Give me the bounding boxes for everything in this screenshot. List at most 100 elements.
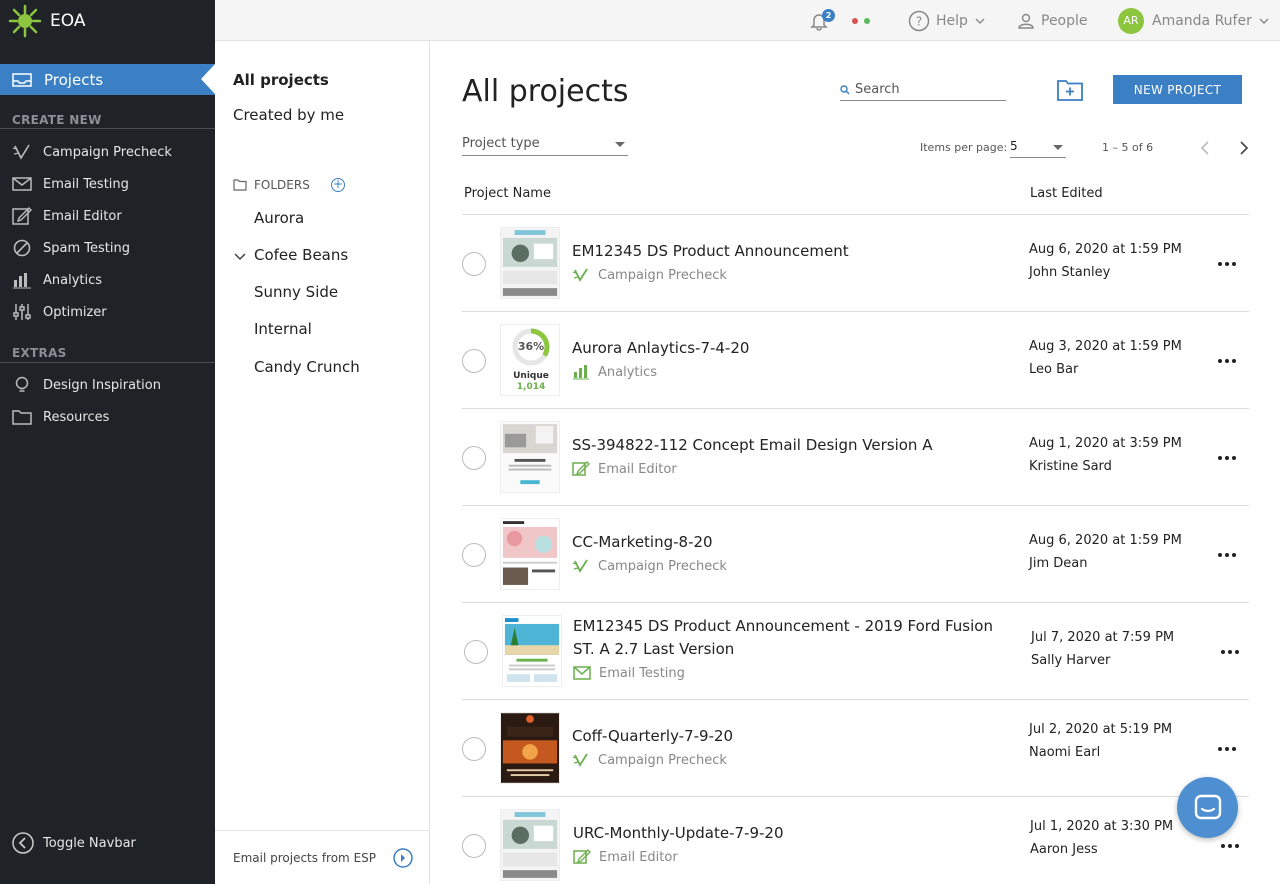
row-select-checkbox[interactable]: [462, 446, 486, 470]
project-row[interactable]: EM12345 DS Product Announcement Campaign…: [462, 215, 1249, 312]
nav-item-label: Optimizer: [43, 304, 107, 320]
project-name[interactable]: Aurora Anlaytics-7-4-20: [572, 337, 1002, 360]
more-options-icon[interactable]: [1218, 262, 1236, 268]
project-type-label: Email Testing: [599, 665, 685, 681]
project-row[interactable]: CC-Marketing-8-20 Campaign Precheck Aug …: [462, 506, 1249, 603]
pagination-range: 1 – 5 of 6: [1102, 141, 1154, 154]
user-name: Amanda Rufer: [1152, 12, 1252, 29]
column-header-project-name[interactable]: Project Name: [464, 186, 551, 201]
project-name[interactable]: CC-Marketing-8-20: [572, 531, 1002, 554]
more-options-icon[interactable]: [1221, 650, 1239, 656]
chevron-right-icon[interactable]: [1237, 140, 1251, 156]
more-options-icon[interactable]: [1218, 359, 1236, 365]
items-per-page-select[interactable]: 5: [1010, 139, 1066, 158]
bar-chart-icon: [573, 365, 589, 380]
divider: [0, 128, 215, 129]
project-name[interactable]: Coff-Quarterly-7-9-20: [572, 725, 1002, 748]
filter-created-by-me[interactable]: Created by me: [233, 106, 344, 124]
nav-item-projects[interactable]: Projects: [0, 64, 215, 95]
project-type-select[interactable]: Project type: [462, 136, 628, 156]
nav-item-email-editor[interactable]: Email Editor: [12, 205, 122, 227]
page-title: All projects: [462, 74, 629, 109]
thumb-value: 1,014: [516, 382, 546, 392]
new-folder-icon[interactable]: [1057, 79, 1083, 101]
project-type-label: Campaign Precheck: [598, 267, 727, 283]
brand[interactable]: EOA: [0, 0, 215, 42]
email-thumbnail: [500, 712, 560, 784]
email-thumbnail: [502, 615, 562, 687]
nav-item-analytics[interactable]: Analytics: [12, 269, 102, 291]
row-select-checkbox[interactable]: [462, 834, 486, 858]
folder-item[interactable]: Internal: [254, 320, 312, 338]
nav-item-label: Design Inspiration: [43, 377, 161, 393]
row-select-checkbox[interactable]: [464, 640, 488, 664]
nav-item-label: Campaign Precheck: [43, 144, 172, 160]
sliders-icon: [13, 304, 31, 320]
project-type: Campaign Precheck: [572, 752, 727, 768]
folder-item[interactable]: Sunny Side: [254, 283, 338, 301]
more-options-icon[interactable]: [1218, 456, 1236, 462]
nav-item-design-inspiration[interactable]: Design Inspiration: [12, 374, 161, 396]
filter-all-projects[interactable]: All projects: [233, 71, 329, 89]
email-projects-from-esp-link[interactable]: Email projects from ESP: [215, 830, 429, 884]
project-row[interactable]: SS-394822-112 Concept Email Design Versi…: [462, 409, 1249, 506]
project-type: Campaign Precheck: [572, 558, 727, 574]
last-edited-date: Aug 6, 2020 at 1:59 PM: [1029, 242, 1182, 257]
avatar: AR: [1118, 7, 1144, 34]
folder-item[interactable]: Aurora: [254, 209, 304, 227]
nav-item-email-testing[interactable]: Email Testing: [12, 173, 129, 195]
chevron-left-icon[interactable]: [1198, 140, 1212, 156]
row-select-checkbox[interactable]: [462, 543, 486, 567]
search-input[interactable]: [855, 82, 995, 97]
people-label: People: [1041, 12, 1088, 29]
project-name[interactable]: EM12345 DS Product Announcement: [572, 240, 1002, 263]
folders-panel: All projects Created by me FOLDERS + Aur…: [215, 41, 430, 884]
row-select-checkbox[interactable]: [462, 349, 486, 373]
new-project-button[interactable]: NEW PROJECT: [1113, 75, 1242, 104]
folders-heading-label: FOLDERS: [254, 178, 310, 192]
last-edited-date: Jul 7, 2020 at 7:59 PM: [1031, 630, 1175, 645]
project-row[interactable]: EM12345 DS Product Announcement - 2019 F…: [462, 603, 1249, 700]
analytics-thumbnail: 36% Unique 1,014: [500, 324, 560, 396]
project-name[interactable]: SS-394822-112 Concept Email Design Versi…: [572, 434, 1002, 457]
chat-launcher-button[interactable]: [1177, 777, 1238, 838]
last-edited-date: Aug 1, 2020 at 3:59 PM: [1029, 436, 1182, 451]
last-edited-date: Aug 3, 2020 at 1:59 PM: [1029, 339, 1182, 354]
more-options-icon[interactable]: [1221, 844, 1239, 850]
column-header-last-edited[interactable]: Last Edited: [1030, 186, 1103, 201]
last-edited-author: John Stanley: [1029, 265, 1111, 280]
chevron-down-icon[interactable]: [233, 251, 247, 263]
more-options-icon[interactable]: [1218, 553, 1236, 559]
project-type: Email Editor: [572, 461, 677, 477]
nav-item-optimizer[interactable]: Optimizer: [12, 301, 107, 323]
nav-item-spam-testing[interactable]: Spam Testing: [12, 237, 130, 259]
search-box[interactable]: [840, 79, 1006, 101]
edit-icon: [572, 461, 590, 476]
user-menu[interactable]: AR Amanda Rufer: [1118, 0, 1277, 41]
project-row[interactable]: 36% Unique 1,014 Aurora Anlaytics-7-4-20…: [462, 312, 1249, 409]
main-content: All projects NEW PROJECT Project type It…: [430, 41, 1280, 884]
add-folder-icon[interactable]: +: [331, 178, 345, 192]
help-menu[interactable]: ? Help: [908, 0, 993, 41]
eoa-logo-icon: [8, 4, 42, 38]
email-thumbnail: [500, 809, 560, 881]
more-options-icon[interactable]: [1218, 747, 1236, 753]
toggle-navbar-button[interactable]: Toggle Navbar: [12, 832, 136, 854]
people-link[interactable]: People: [1017, 0, 1088, 41]
project-row[interactable]: URC-Monthly-Update-7-9-20 Email Editor J…: [462, 797, 1249, 884]
project-row[interactable]: Coff-Quarterly-7-9-20 Campaign Precheck …: [462, 700, 1249, 797]
lightbulb-icon: [15, 376, 29, 392]
nav-item-resources[interactable]: Resources: [12, 406, 109, 428]
nav-item-label: Analytics: [43, 272, 103, 288]
svg-text:?: ?: [916, 14, 922, 28]
email-thumbnail: [500, 518, 560, 590]
row-select-checkbox[interactable]: [462, 252, 486, 276]
project-name[interactable]: URC-Monthly-Update-7-9-20: [573, 822, 1003, 845]
folder-item[interactable]: Cofee Beans: [254, 246, 348, 264]
row-select-checkbox[interactable]: [462, 737, 486, 761]
folder-icon: [12, 410, 32, 425]
folder-item[interactable]: Candy Crunch: [254, 358, 360, 376]
last-edited-author: Aaron Jess: [1030, 842, 1098, 857]
project-name[interactable]: EM12345 DS Product Announcement - 2019 F…: [573, 615, 1003, 661]
nav-item-campaign-precheck[interactable]: Campaign Precheck: [12, 141, 172, 163]
